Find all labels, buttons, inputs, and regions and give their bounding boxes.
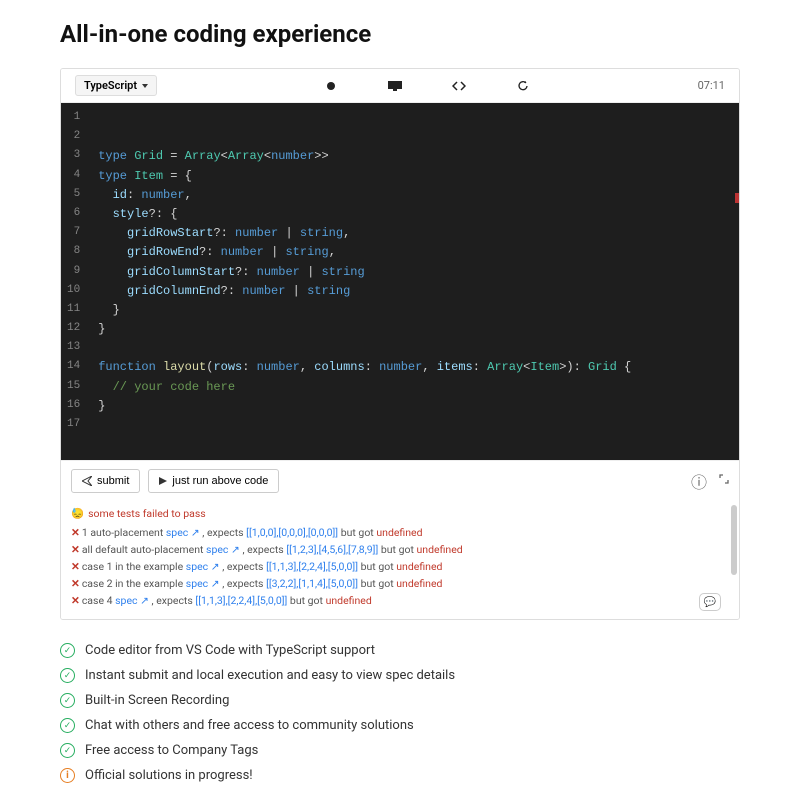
code-content[interactable]: type Grid = Array<Array<number>> type It… (90, 103, 739, 460)
got-value: undefined (396, 577, 442, 590)
submit-label: submit (97, 475, 129, 487)
feature-text: Chat with others and free access to comm… (85, 718, 414, 733)
language-dropdown[interactable]: TypeScript (75, 75, 157, 96)
editor-frame: TypeScript 07:11 123456789 (60, 68, 740, 620)
toolbar-icons (324, 79, 530, 93)
got-value: undefined (326, 594, 372, 607)
run-label: just run above code (172, 475, 268, 487)
test-row: ✕case 2 in the example spec ↗ , expects … (71, 575, 729, 592)
feature-text: Official solutions in progress! (85, 768, 253, 783)
external-link-icon[interactable]: ↗ (140, 594, 149, 607)
test-desc: case 1 in the example (82, 560, 183, 573)
info-circle-icon: i (60, 768, 75, 783)
record-icon[interactable] (324, 79, 338, 93)
got-label: but got (358, 560, 396, 573)
got-label: but got (358, 577, 396, 590)
test-row: ✕all default auto-placement spec ↗ , exp… (71, 541, 729, 558)
test-desc: case 2 in the example (82, 577, 183, 590)
feature-row: ✓ Instant submit and local execution and … (60, 663, 740, 688)
expects-label: , expects (149, 594, 195, 607)
expected-value: [[1,0,0],[0,0,0],[0,0,0]] (246, 526, 338, 539)
language-label: TypeScript (84, 79, 137, 92)
send-icon (82, 476, 92, 486)
spec-link[interactable]: spec (166, 526, 191, 539)
expects-label: , expects (240, 543, 286, 556)
fail-x-icon: ✕ (71, 543, 80, 556)
editor-toolbar: TypeScript 07:11 (61, 69, 739, 103)
got-label: but got (378, 543, 416, 556)
sad-icon: 😓 (71, 507, 84, 520)
feature-row: i Official solutions in progress! (60, 763, 740, 788)
test-results: 😓 some tests failed to pass ✕1 auto-plac… (61, 501, 739, 619)
expected-value: [[1,2,3],[4,5,6],[7,8,9]] (286, 543, 378, 556)
check-circle-icon: ✓ (60, 718, 75, 733)
feature-list: ✓ Code editor from VS Code with TypeScrip… (60, 638, 740, 788)
refresh-icon[interactable] (516, 79, 530, 93)
feature-row: ✓ Chat with others and free access to com… (60, 713, 740, 738)
check-circle-icon: ✓ (60, 668, 75, 683)
line-gutter: 1234567891011121314151617 (61, 103, 90, 460)
external-link-icon[interactable]: ↗ (211, 560, 220, 573)
feature-text: Code editor from VS Code with TypeScript… (85, 643, 375, 658)
fail-x-icon: ✕ (71, 526, 80, 539)
test-desc: all default auto-placement (82, 543, 204, 556)
code-icon[interactable] (452, 79, 466, 93)
external-link-icon[interactable]: ↗ (231, 543, 240, 556)
got-value: undefined (417, 543, 463, 556)
info-icon[interactable]: ⓘ (691, 469, 707, 493)
got-value: undefined (376, 526, 422, 539)
test-row: ✕case 1 in the example spec ↗ , expects … (71, 558, 729, 575)
page-title: All-in-one coding experience (60, 20, 740, 48)
check-circle-icon: ✓ (60, 693, 75, 708)
code-editor[interactable]: 1234567891011121314151617 type Grid = Ar… (61, 103, 739, 460)
feature-row: ✓ Built-in Screen Recording (60, 688, 740, 713)
check-circle-icon: ✓ (60, 743, 75, 758)
got-label: but got (338, 526, 376, 539)
chat-icon[interactable]: 💬 (699, 593, 721, 611)
external-link-icon[interactable]: ↗ (191, 526, 200, 539)
play-icon (159, 477, 167, 485)
fail-x-icon: ✕ (71, 594, 80, 607)
test-row: ✕case 4 spec ↗ , expects [[1,1,3],[2,2,4… (71, 592, 729, 609)
spec-link[interactable]: spec (186, 577, 211, 590)
expects-label: , expects (220, 577, 266, 590)
feature-text: Built-in Screen Recording (85, 693, 229, 708)
feature-text: Free access to Company Tags (85, 743, 258, 758)
spec-link[interactable]: spec (186, 560, 211, 573)
actions-bar: submit just run above code ⓘ (61, 460, 739, 501)
spec-link[interactable]: spec (206, 543, 231, 556)
expects-label: , expects (220, 560, 266, 573)
expects-label: , expects (200, 526, 246, 539)
external-link-icon[interactable]: ↗ (211, 577, 220, 590)
results-scrollbar[interactable] (731, 505, 737, 575)
error-marker (735, 193, 739, 203)
test-row: ✕1 auto-placement spec ↗ , expects [[1,0… (71, 524, 729, 541)
expected-value: [[3,2,2],[1,1,4],[5,0,0]] (266, 577, 358, 590)
test-desc: 1 auto-placement (82, 526, 163, 539)
check-circle-icon: ✓ (60, 643, 75, 658)
got-label: but got (287, 594, 325, 607)
actions-right: ⓘ (691, 469, 729, 493)
fail-x-icon: ✕ (71, 577, 80, 590)
expand-icon[interactable] (719, 469, 729, 493)
spec-link[interactable]: spec (115, 594, 140, 607)
feature-row: ✓ Free access to Company Tags (60, 738, 740, 763)
got-value: undefined (396, 560, 442, 573)
submit-button[interactable]: submit (71, 469, 140, 493)
timer: 07:11 (698, 79, 725, 92)
feature-text: Instant submit and local execution and e… (85, 668, 455, 683)
expected-value: [[1,1,3],[2,2,4],[5,0,0]] (266, 560, 358, 573)
test-desc: case 4 (82, 594, 113, 607)
run-button[interactable]: just run above code (148, 469, 279, 493)
screen-icon[interactable] (388, 79, 402, 93)
results-header-text: some tests failed to pass (88, 507, 206, 520)
results-header: 😓 some tests failed to pass (71, 507, 729, 520)
expected-value: [[1,1,3],[2,2,4],[5,0,0]] (195, 594, 287, 607)
fail-x-icon: ✕ (71, 560, 80, 573)
feature-row: ✓ Code editor from VS Code with TypeScrip… (60, 638, 740, 663)
